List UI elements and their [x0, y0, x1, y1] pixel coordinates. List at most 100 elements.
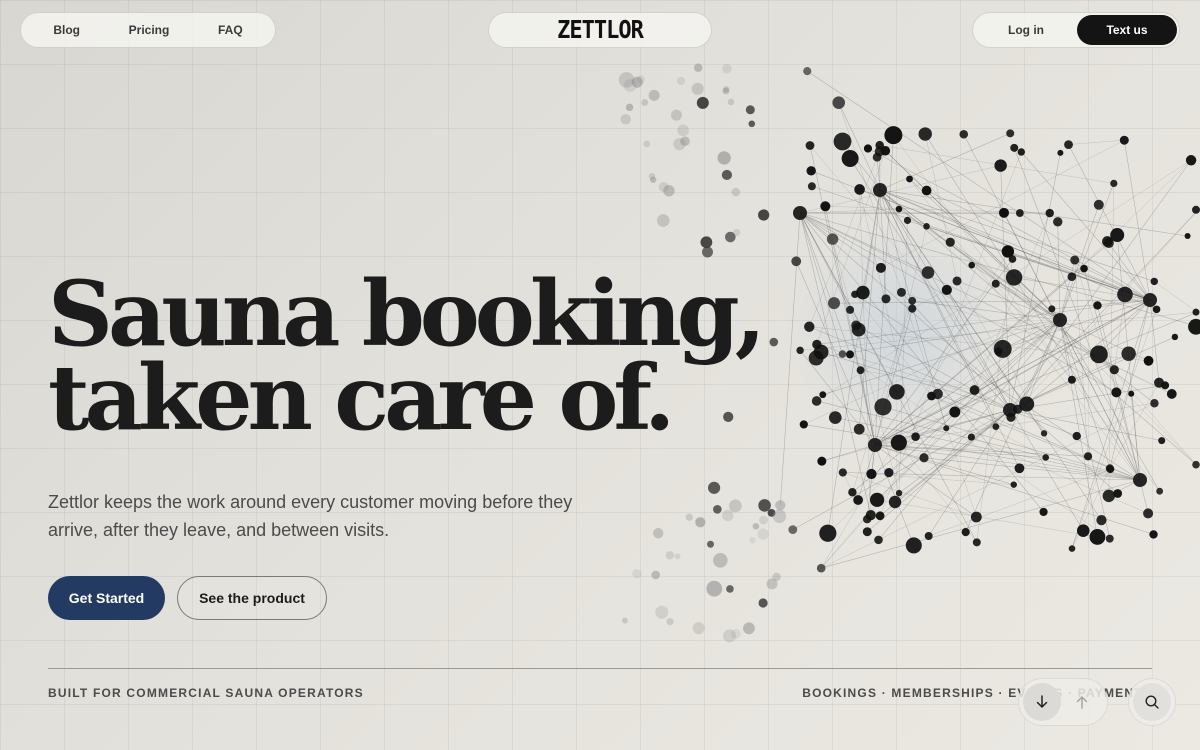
- network-node: [775, 500, 786, 511]
- network-node: [884, 126, 903, 145]
- network-node: [655, 605, 669, 619]
- network-edge: [809, 151, 880, 327]
- hero-headline: Sauna booking, taken care of.: [48, 269, 766, 443]
- network-node: [819, 524, 837, 542]
- network-node: [670, 109, 682, 121]
- network-node: [700, 236, 713, 249]
- network-node: [812, 339, 822, 350]
- network-edge: [879, 189, 1084, 531]
- network-node: [811, 396, 822, 406]
- network-node: [1185, 155, 1197, 166]
- nav-link-blog[interactable]: Blog: [53, 23, 80, 37]
- network-node: [1143, 355, 1154, 366]
- network-node: [694, 63, 703, 72]
- network-node: [805, 141, 815, 150]
- network-edge: [859, 189, 872, 516]
- network-node: [994, 347, 1003, 356]
- divider: [48, 668, 1152, 669]
- network-node: [641, 99, 649, 106]
- network-node: [908, 304, 917, 313]
- network-node: [866, 468, 877, 480]
- network-node: [731, 187, 741, 197]
- network-node: [924, 531, 933, 540]
- network-node: [817, 456, 827, 466]
- network-node: [1076, 524, 1090, 538]
- network-node: [1010, 143, 1019, 152]
- scroll-down-button[interactable]: [1023, 683, 1061, 721]
- network-node: [808, 350, 824, 366]
- network-node: [806, 166, 816, 176]
- network-node: [807, 182, 816, 191]
- network-node: [908, 296, 917, 305]
- network-node: [1109, 365, 1119, 375]
- network-node: [881, 294, 891, 304]
- network-node: [1064, 140, 1073, 149]
- network-edge: [924, 133, 958, 282]
- network-node: [889, 384, 905, 400]
- network-node: [846, 305, 855, 314]
- network-node: [945, 237, 955, 247]
- network-node: [832, 96, 846, 109]
- network-node: [921, 185, 932, 196]
- network-node: [733, 228, 741, 237]
- network-node: [729, 499, 742, 513]
- network-edge: [833, 299, 1151, 304]
- network-node: [838, 468, 847, 477]
- network-node: [793, 206, 807, 220]
- network-node: [1090, 345, 1108, 364]
- network-node: [625, 103, 634, 112]
- network-node: [1119, 135, 1129, 145]
- search-button-inner: [1133, 683, 1171, 721]
- network-node: [828, 411, 842, 424]
- nav-link-faq[interactable]: FAQ: [218, 23, 243, 37]
- network-node: [870, 492, 885, 507]
- network-node: [863, 144, 873, 153]
- network-node: [727, 98, 735, 106]
- network-edge: [866, 444, 876, 520]
- network-node: [833, 132, 852, 151]
- network-node: [906, 175, 913, 183]
- network-node: [994, 159, 1007, 172]
- network-node: [1156, 487, 1164, 495]
- network-node: [726, 585, 734, 593]
- network-node: [1045, 208, 1054, 218]
- network-node: [1053, 217, 1063, 227]
- network-node: [722, 87, 730, 95]
- network-node: [1015, 209, 1024, 217]
- network-edge: [1059, 183, 1115, 321]
- network-node: [656, 214, 670, 227]
- login-link[interactable]: Log in: [975, 23, 1077, 37]
- network-node: [888, 495, 902, 509]
- network-node: [923, 222, 930, 230]
- network-node: [706, 580, 723, 597]
- network-node: [1117, 286, 1133, 303]
- network-node: [1083, 452, 1093, 461]
- network-node: [862, 514, 872, 524]
- network-node: [911, 432, 920, 442]
- network-edge: [912, 289, 947, 309]
- network-node: [1149, 530, 1158, 539]
- network-edge: [1003, 212, 1141, 481]
- arrow-up-icon: [1076, 696, 1088, 709]
- brand-logo[interactable]: ZETTLOR: [488, 12, 712, 48]
- network-node: [1001, 245, 1015, 258]
- network-node: [758, 209, 770, 221]
- search-button[interactable]: [1128, 678, 1176, 726]
- network-node: [632, 569, 642, 579]
- network-node: [1042, 454, 1050, 461]
- network-node: [1048, 305, 1056, 313]
- network-node: [749, 536, 756, 544]
- network-node: [856, 366, 865, 375]
- network-edge: [894, 409, 1011, 503]
- network-node: [1089, 529, 1106, 545]
- get-started-button[interactable]: Get Started: [48, 576, 165, 620]
- see-product-button[interactable]: See the product: [177, 576, 327, 620]
- network-node: [853, 423, 865, 435]
- network-node: [804, 321, 815, 332]
- network-node: [1067, 375, 1076, 384]
- scroll-up-button[interactable]: [1063, 683, 1101, 721]
- network-node: [691, 82, 704, 95]
- network-node: [1102, 489, 1115, 503]
- nav-link-pricing[interactable]: Pricing: [129, 23, 170, 37]
- text-us-button[interactable]: Text us: [1077, 15, 1177, 45]
